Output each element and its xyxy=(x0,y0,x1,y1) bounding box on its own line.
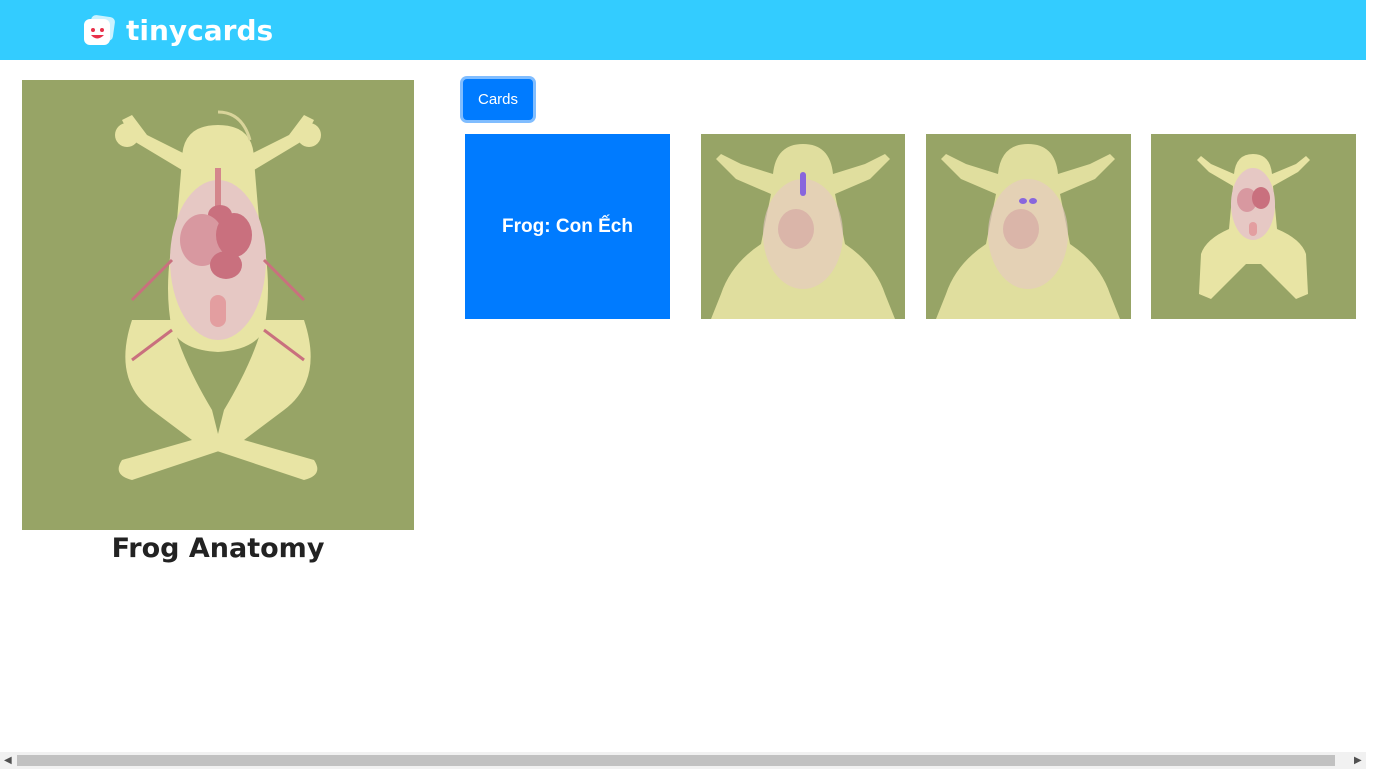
cards-tab-button[interactable]: Cards xyxy=(463,79,533,120)
card-esophagus[interactable] xyxy=(701,134,905,319)
scroll-left-icon[interactable]: ◀ xyxy=(4,755,12,766)
deck-title: Frog Anatomy xyxy=(111,533,325,564)
frog-anatomy-illustration xyxy=(22,80,414,530)
card-lungs[interactable] xyxy=(926,134,1131,319)
top-bar: tinycards xyxy=(0,0,1366,60)
card-organs[interactable] xyxy=(1151,134,1356,319)
frog-lungs-highlight xyxy=(926,134,1131,319)
card-front-text: Frog: Con Ếch xyxy=(502,215,633,237)
tinycards-face-icon xyxy=(84,15,115,45)
scroll-right-icon[interactable]: ▶ xyxy=(1354,755,1362,766)
card-front-title[interactable]: Frog: Con Ếch xyxy=(465,134,670,319)
frog-esophagus-highlight xyxy=(701,134,905,319)
frog-organs-overview xyxy=(1151,134,1356,319)
logo-text: tinycards xyxy=(126,14,274,47)
tinycards-logo[interactable]: tinycards xyxy=(82,14,273,48)
deck-cover-image xyxy=(22,80,414,530)
scroll-thumb[interactable] xyxy=(17,755,1335,766)
horizontal-scrollbar[interactable]: ◀ ▶ xyxy=(0,752,1366,769)
